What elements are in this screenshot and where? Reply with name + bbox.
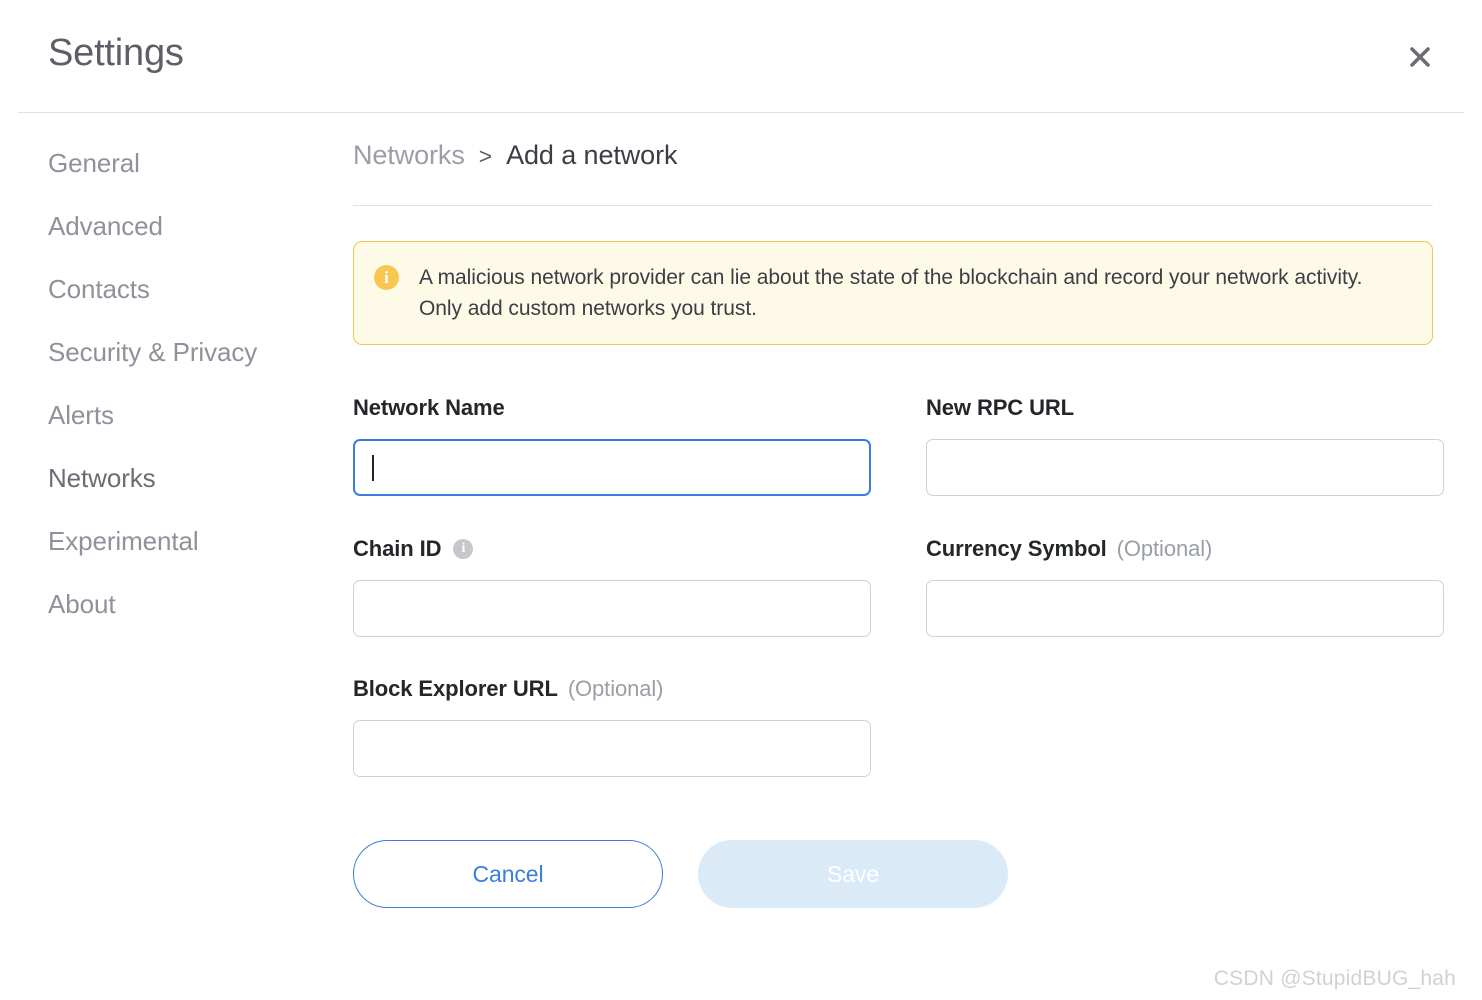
settings-content: Networks > Add a network i A malicious n… xyxy=(353,140,1444,908)
network-name-input-wrap xyxy=(353,439,871,496)
chain-id-label: Chain ID i xyxy=(353,534,871,564)
sidebar-item-label: Experimental xyxy=(48,526,199,556)
breadcrumb-networks-link[interactable]: Networks xyxy=(353,140,465,171)
sidebar-item-contacts[interactable]: Contacts xyxy=(0,258,345,321)
block-explorer-url-label-text: Block Explorer URL xyxy=(353,676,558,701)
form-row-gap xyxy=(353,496,1444,534)
cancel-button[interactable]: Cancel xyxy=(353,840,663,908)
page-title: Settings xyxy=(48,32,184,74)
new-rpc-url-input[interactable] xyxy=(926,439,1444,496)
field-new-rpc-url: New RPC URL xyxy=(926,393,1444,496)
sidebar-item-general[interactable]: General xyxy=(0,132,345,195)
info-icon: i xyxy=(374,265,399,290)
field-block-explorer-url: Block Explorer URL (Optional) xyxy=(353,674,871,777)
settings-header: Settings xyxy=(0,0,1482,113)
new-rpc-url-label-text: New RPC URL xyxy=(926,395,1075,420)
network-warning-banner: i A malicious network provider can lie a… xyxy=(353,241,1433,345)
form-actions: Cancel Save xyxy=(353,840,1435,908)
sidebar-item-networks[interactable]: Networks xyxy=(0,447,345,510)
header-divider xyxy=(18,112,1464,113)
field-network-name: Network Name xyxy=(353,393,871,496)
add-network-form: Network Name New RPC URL Chain ID i Curr… xyxy=(353,393,1444,777)
breadcrumb-current: Add a network xyxy=(506,140,678,170)
sidebar-item-label: Alerts xyxy=(48,400,114,430)
text-caret xyxy=(372,455,374,481)
currency-symbol-label: Currency Symbol (Optional) xyxy=(926,534,1444,564)
sidebar-item-experimental[interactable]: Experimental xyxy=(0,510,345,573)
chain-id-label-text: Chain ID xyxy=(353,536,442,561)
sidebar-item-security-privacy[interactable]: Security & Privacy xyxy=(0,321,345,384)
field-chain-id: Chain ID i xyxy=(353,534,871,637)
settings-sidebar: General Advanced Contacts Security & Pri… xyxy=(0,132,345,636)
sidebar-item-label: General xyxy=(48,148,140,178)
sidebar-item-label: Security & Privacy xyxy=(48,337,258,367)
block-explorer-url-label: Block Explorer URL (Optional) xyxy=(353,674,871,704)
network-name-label: Network Name xyxy=(353,393,871,423)
sidebar-item-label: Contacts xyxy=(48,274,150,304)
close-icon xyxy=(1405,42,1435,72)
sidebar-item-label: Networks xyxy=(48,463,156,493)
watermark: CSDN @StupidBUG_hah xyxy=(1213,967,1456,990)
network-name-input[interactable] xyxy=(353,439,871,496)
breadcrumb: Networks > Add a network xyxy=(353,140,1435,184)
field-currency-symbol: Currency Symbol (Optional) xyxy=(926,534,1444,637)
sidebar-item-alerts[interactable]: Alerts xyxy=(0,384,345,447)
form-row-gap xyxy=(353,637,1444,674)
content-divider xyxy=(353,205,1433,206)
chain-id-input[interactable] xyxy=(353,580,871,637)
currency-symbol-optional-text: (Optional) xyxy=(1116,536,1213,561)
close-button[interactable] xyxy=(1402,39,1438,75)
breadcrumb-separator-icon: > xyxy=(478,143,493,169)
block-explorer-url-optional-text: (Optional) xyxy=(567,676,664,701)
sidebar-item-about[interactable]: About xyxy=(0,573,345,636)
info-icon[interactable]: i xyxy=(453,539,474,559)
banner-text: A malicious network provider can lie abo… xyxy=(419,266,1363,320)
sidebar-item-advanced[interactable]: Advanced xyxy=(0,195,345,258)
sidebar-item-label: About xyxy=(48,589,116,619)
save-button[interactable]: Save xyxy=(698,840,1008,908)
currency-symbol-label-text: Currency Symbol xyxy=(926,536,1107,561)
network-name-label-text: Network Name xyxy=(353,395,505,420)
currency-symbol-input[interactable] xyxy=(926,580,1444,637)
new-rpc-url-label: New RPC URL xyxy=(926,393,1444,423)
sidebar-item-label: Advanced xyxy=(48,211,163,241)
block-explorer-url-input[interactable] xyxy=(353,720,871,777)
